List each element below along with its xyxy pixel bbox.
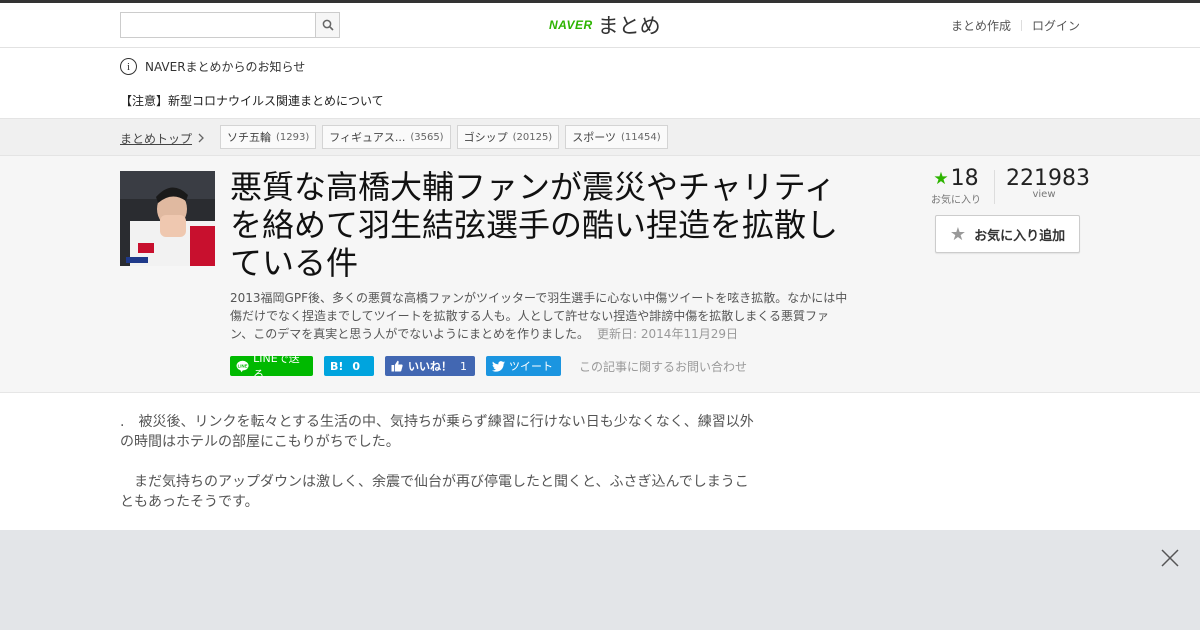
line-share-button[interactable]: LINE LINEで送る bbox=[230, 352, 313, 381]
tag-count: (11454) bbox=[621, 131, 661, 143]
article-thumbnail[interactable] bbox=[120, 171, 215, 266]
hatena-bookmark-button[interactable]: B! 0 bbox=[324, 356, 374, 376]
facebook-like-button[interactable]: いいね！ 1 bbox=[385, 356, 475, 376]
facebook-like-count: 1 bbox=[460, 359, 467, 373]
breadcrumb: まとめトップ ソチ五輪 (1293) フィギュアス... (3565) ゴシップ (2… bbox=[0, 118, 1200, 156]
login-link[interactable]: ログイン bbox=[1032, 17, 1080, 34]
tag-count: (3565) bbox=[410, 131, 444, 143]
hatena-icon: B! bbox=[330, 359, 344, 373]
favorite-stat: ★ 18 お気に入り bbox=[926, 166, 986, 206]
bottom-overlay-banner bbox=[0, 530, 1200, 630]
breadcrumb-top[interactable]: まとめトップ bbox=[120, 130, 205, 147]
chevron-right-icon bbox=[198, 132, 205, 146]
article-title: 悪質な高橋大輔ファンが震災やチャリティを絡めて羽生結弦選手の酷い捏造を拡散してい… bbox=[230, 168, 839, 282]
info-icon: i bbox=[120, 58, 137, 75]
thumbs-up-icon bbox=[391, 360, 403, 372]
inquiry-link[interactable]: この記事に関するお問い合わせ bbox=[579, 358, 747, 375]
search-icon bbox=[322, 19, 334, 31]
notice-section: i NAVERまとめからのお知らせ 【注意】新型コロナウイルス関連まとめについて bbox=[0, 49, 1200, 118]
line-share-label: LINEで送る bbox=[253, 352, 300, 381]
favorite-count: 18 bbox=[950, 166, 979, 191]
tag-count: (1293) bbox=[276, 131, 310, 143]
hatena-count: 0 bbox=[352, 359, 361, 373]
article-body: . 被災後、リンクを転々とする生活の中、気持ちが乗らず練習に行けない日も少なくな… bbox=[120, 412, 760, 532]
site-logo[interactable]: NAVER まとめ bbox=[549, 11, 661, 39]
svg-text:LINE: LINE bbox=[238, 363, 248, 368]
create-matome-link[interactable]: まとめ作成 bbox=[951, 17, 1011, 34]
star-icon: ★ bbox=[949, 223, 967, 245]
search-input[interactable] bbox=[121, 13, 315, 37]
body-paragraph: . 被災後、リンクを転々とする生活の中、気持ちが乗らず練習に行けない日も少なくな… bbox=[120, 414, 754, 450]
search-box bbox=[120, 12, 340, 38]
view-stat: 221983 view bbox=[1006, 166, 1090, 200]
favorite-label: お気に入り bbox=[931, 195, 981, 206]
divider bbox=[994, 170, 995, 204]
share-buttons: LINE LINEで送る B! 0 いいね！ 1 ツイート この記事に関するお問… bbox=[230, 352, 747, 381]
tag-count: (20125) bbox=[512, 131, 553, 143]
breadcrumb-top-label: まとめトップ bbox=[120, 132, 193, 146]
tag-item[interactable]: スポーツ (11454) bbox=[565, 125, 668, 149]
tag-item[interactable]: ゴシップ (20125) bbox=[456, 125, 560, 149]
add-favorite-label: お気に入り追加 bbox=[974, 228, 1066, 244]
tag-label: フィギュアス... bbox=[329, 131, 406, 144]
notice-title: i NAVERまとめからのお知らせ bbox=[120, 58, 305, 75]
logo-brand: NAVER bbox=[549, 18, 593, 32]
site-header: NAVER まとめ まとめ作成 ログイン bbox=[0, 3, 1200, 48]
facebook-like-label: いいね！ bbox=[408, 360, 452, 373]
search-button[interactable] bbox=[315, 13, 339, 37]
article-stats: ★ 18 お気に入り 221983 view bbox=[926, 166, 1090, 208]
tweet-label: ツイート bbox=[509, 360, 553, 373]
divider bbox=[1020, 20, 1022, 31]
star-icon: ★ bbox=[933, 168, 949, 189]
tag-label: ソチ五輪 bbox=[227, 131, 271, 144]
logo-text: まとめ bbox=[597, 14, 661, 38]
article-description: 2013福岡GPF後、多くの悪質な高橋ファンがツイッターで羽生選手に心ない中傷ツ… bbox=[230, 289, 850, 343]
tag-item[interactable]: フィギュアス... (3565) bbox=[322, 125, 451, 149]
twitter-bird-icon bbox=[492, 360, 505, 372]
tag-item[interactable]: ソチ五輪 (1293) bbox=[220, 125, 317, 149]
tag-label: スポーツ bbox=[572, 131, 616, 144]
view-count: 221983 bbox=[1006, 166, 1090, 191]
notice-title-text: NAVERまとめからのお知らせ bbox=[145, 60, 306, 74]
twitter-tweet-button[interactable]: ツイート bbox=[486, 356, 561, 376]
body-paragraph: まだ気持ちのアップダウンは激しく、余震で仙台が再び停電したと聞くと、ふさぎ込んで… bbox=[120, 474, 749, 510]
description-text: 2013福岡GPF後、多くの悪質な高橋ファンがツイッターで羽生選手に心ない中傷ツ… bbox=[230, 291, 848, 341]
tag-label: ゴシップ bbox=[463, 131, 508, 144]
tag-list: ソチ五輪 (1293) フィギュアス... (3565) ゴシップ (20125) ス… bbox=[220, 125, 668, 149]
updated-date: 更新日: 2014年11月29日 bbox=[597, 327, 738, 341]
close-icon[interactable] bbox=[1160, 548, 1180, 568]
header-links: まとめ作成 ログイン bbox=[951, 17, 1080, 34]
line-icon: LINE bbox=[236, 360, 249, 372]
add-favorite-button[interactable]: ★ お気に入り追加 bbox=[935, 215, 1080, 253]
article-header: 悪質な高橋大輔ファンが震災やチャリティを絡めて羽生結弦選手の酷い捏造を拡散してい… bbox=[0, 156, 1200, 393]
notice-link[interactable]: 【注意】新型コロナウイルス関連まとめについて bbox=[120, 92, 384, 109]
